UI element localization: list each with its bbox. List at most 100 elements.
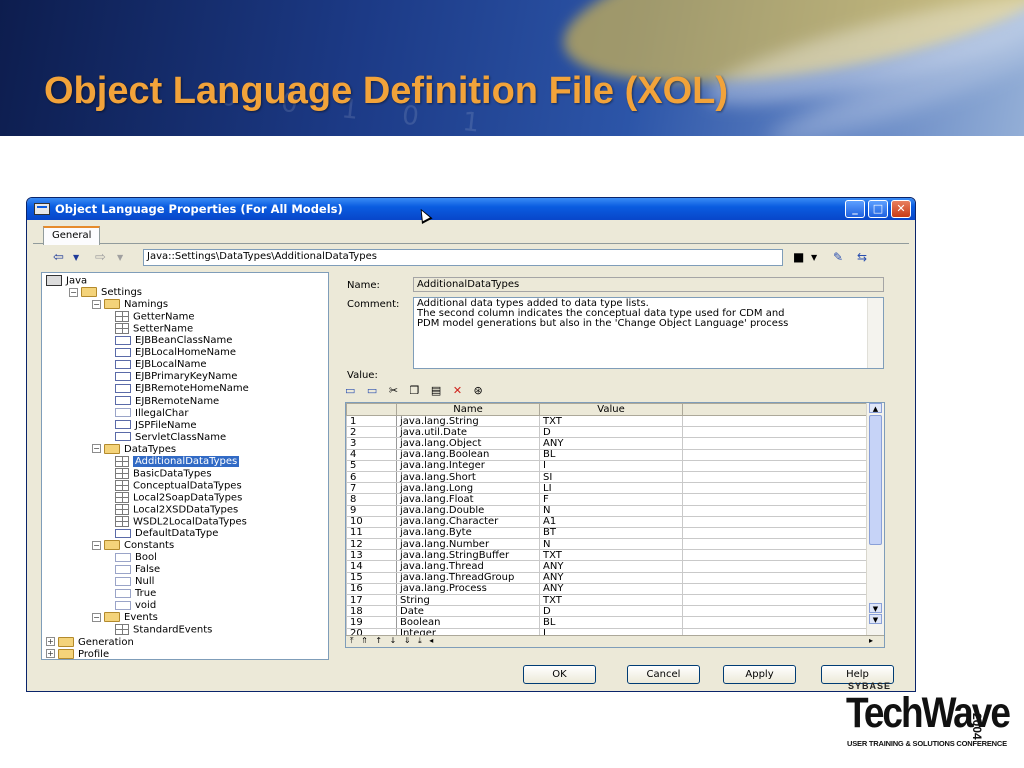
move-down-one-icon[interactable]: ↓ bbox=[390, 636, 397, 645]
tree-item[interactable]: Bool bbox=[115, 552, 157, 564]
name-field[interactable]: AdditionalDataTypes bbox=[413, 277, 884, 292]
dialog-titlebar[interactable]: Object Language Properties (For All Mode… bbox=[27, 198, 915, 220]
table-row[interactable]: 3 java.lang.Object ANY bbox=[346, 437, 869, 450]
move-down-icon[interactable]: ⇓ bbox=[404, 636, 411, 645]
maximize-button[interactable]: □ bbox=[868, 200, 888, 218]
column-header-name[interactable]: Name bbox=[396, 403, 540, 416]
value-cell[interactable]: SI bbox=[539, 470, 683, 484]
table-row[interactable]: 5 java.lang.Integer I bbox=[346, 459, 869, 472]
tree-item[interactable]: SetterName bbox=[115, 323, 193, 335]
expand-icon[interactable]: + bbox=[46, 649, 55, 659]
name-cell[interactable]: java.lang.Process bbox=[396, 582, 540, 596]
name-cell[interactable]: java.lang.Thread bbox=[396, 560, 540, 573]
collapse-icon[interactable]: − bbox=[92, 540, 101, 550]
value-cell[interactable]: LI bbox=[539, 482, 683, 495]
value-cell[interactable]: ANY bbox=[539, 582, 683, 596]
table-row[interactable]: 13 java.lang.StringBuffer TXT bbox=[346, 549, 869, 562]
name-cell[interactable]: java.lang.ThreadGroup bbox=[396, 571, 540, 584]
table-row[interactable]: 15 java.lang.ThreadGroup ANY bbox=[346, 571, 869, 584]
name-cell[interactable]: java.lang.Object bbox=[396, 437, 540, 450]
minimize-button[interactable]: _ bbox=[845, 200, 865, 218]
table-row[interactable]: 12 java.lang.Number N bbox=[346, 538, 869, 551]
table-row[interactable]: 16 java.lang.Process ANY bbox=[346, 582, 869, 596]
tree-item[interactable]: − Settings bbox=[69, 287, 142, 299]
tree-item[interactable]: ConceptualDataTypes bbox=[115, 479, 242, 492]
scroll-page-down-icon[interactable]: ▼ bbox=[869, 614, 882, 624]
tree-item[interactable]: EJBLocalHomeName bbox=[115, 347, 236, 359]
insert-row-icon[interactable]: ▭ bbox=[345, 384, 355, 397]
tree-item[interactable]: − Constants bbox=[92, 540, 174, 552]
column-header[interactable] bbox=[682, 403, 869, 416]
tree-item[interactable]: EJBLocalName bbox=[115, 359, 207, 371]
value-cell[interactable]: ANY bbox=[539, 571, 683, 584]
value-cell[interactable]: ANY bbox=[539, 437, 683, 450]
collapse-icon[interactable]: − bbox=[69, 287, 78, 297]
name-cell[interactable]: Boolean bbox=[396, 616, 540, 629]
scroll-up-icon[interactable]: ▲ bbox=[869, 403, 882, 413]
cut-icon[interactable]: ✂ bbox=[389, 384, 398, 397]
delete-icon[interactable]: ✕ bbox=[453, 384, 462, 397]
back-arrow-icon[interactable]: ⇦ bbox=[53, 250, 64, 265]
column-header-value[interactable]: Value bbox=[539, 403, 683, 416]
tree-item[interactable]: WSDL2LocalDataTypes bbox=[115, 516, 247, 528]
move-bottom-icon[interactable]: ⤓ bbox=[418, 636, 422, 645]
tree-item[interactable]: + Generation bbox=[46, 636, 134, 649]
value-cell[interactable]: D bbox=[539, 605, 683, 618]
replace-text-icon[interactable]: ⇆ bbox=[857, 250, 867, 264]
tree-item[interactable]: GetterName bbox=[115, 311, 195, 323]
name-cell[interactable]: java.lang.Double bbox=[396, 504, 540, 517]
table-row[interactable]: 6 java.lang.Short SI bbox=[346, 470, 869, 484]
ok-button[interactable]: OK bbox=[523, 665, 596, 684]
tree-item[interactable]: False bbox=[115, 564, 160, 576]
value-cell[interactable]: D bbox=[539, 426, 683, 439]
value-cell[interactable]: BT bbox=[539, 526, 683, 540]
tree-item[interactable]: Local2XSDDataTypes bbox=[115, 503, 238, 516]
scroll-right-icon[interactable]: ▸ bbox=[869, 636, 873, 646]
move-up-icon[interactable]: ⇑ bbox=[361, 636, 368, 645]
name-cell[interactable]: java.lang.StringBuffer bbox=[396, 549, 540, 562]
move-up-one-icon[interactable]: ↑ bbox=[375, 636, 382, 645]
path-field[interactable]: Java::Settings\DataTypes\AdditionalDataT… bbox=[143, 249, 783, 266]
table-row[interactable]: 19 Boolean BL bbox=[346, 616, 869, 629]
table-row[interactable]: 11 java.lang.Byte BT bbox=[346, 526, 869, 540]
value-cell[interactable]: F bbox=[539, 493, 683, 506]
tree-item[interactable]: True bbox=[115, 588, 156, 600]
table-row[interactable]: 4 java.lang.Boolean BL bbox=[346, 448, 869, 461]
table-row[interactable]: 8 java.lang.Float F bbox=[346, 493, 869, 506]
tree-item[interactable]: JSPFileName bbox=[115, 420, 197, 432]
tree-item[interactable]: Local2SoapDataTypes bbox=[115, 491, 242, 504]
table-row[interactable]: 7 java.lang.Long LI bbox=[346, 482, 869, 495]
expand-icon[interactable]: + bbox=[46, 637, 55, 646]
collapse-icon[interactable]: − bbox=[92, 444, 101, 454]
name-cell[interactable]: java.lang.Boolean bbox=[396, 448, 540, 461]
comment-scrollbar[interactable] bbox=[867, 298, 883, 368]
table-row[interactable]: 9 java.lang.Double N bbox=[346, 504, 869, 517]
grid-vertical-scrollbar[interactable]: ▲ ▼ ▼ bbox=[866, 403, 884, 637]
name-cell[interactable]: String bbox=[396, 593, 540, 607]
name-cell[interactable]: java.lang.Long bbox=[396, 482, 540, 495]
value-grid[interactable]: Name Value 1 java.lang.String TXT 2 java.uti… bbox=[345, 402, 885, 648]
tree-item[interactable]: IllegalChar bbox=[115, 408, 188, 420]
save-dropdown-icon[interactable]: ▼ bbox=[811, 253, 817, 262]
tree-item[interactable]: EJBRemoteName bbox=[115, 396, 219, 408]
tab-general[interactable]: General bbox=[43, 226, 101, 245]
value-cell[interactable]: N bbox=[539, 504, 683, 517]
save-icon[interactable]: ■ bbox=[793, 250, 804, 264]
value-cell[interactable]: A1 bbox=[539, 515, 683, 528]
value-cell[interactable]: I bbox=[539, 459, 683, 472]
table-row[interactable]: 2 java.util.Date D bbox=[346, 426, 869, 439]
table-row[interactable]: 1 java.lang.String TXT bbox=[346, 414, 869, 428]
name-cell[interactable]: Date bbox=[396, 605, 540, 618]
tree-item[interactable]: EJBPrimaryKeyName bbox=[115, 371, 237, 383]
tree-item[interactable]: − Namings bbox=[92, 299, 168, 311]
tree-item[interactable]: ServletClassName bbox=[115, 432, 226, 444]
scroll-down-icon[interactable]: ▼ bbox=[869, 603, 882, 613]
copy-icon[interactable]: ❐ bbox=[410, 384, 420, 397]
name-cell[interactable]: java.lang.String bbox=[396, 414, 540, 428]
tree-item[interactable]: DefaultDataType bbox=[115, 528, 218, 540]
forward-dropdown-icon[interactable]: ▼ bbox=[117, 253, 123, 262]
value-cell[interactable]: ANY bbox=[539, 560, 683, 573]
find-text-icon[interactable]: ✎ bbox=[833, 250, 843, 264]
column-header[interactable] bbox=[346, 403, 397, 416]
tree-item[interactable]: AdditionalDataTypes bbox=[115, 455, 240, 468]
